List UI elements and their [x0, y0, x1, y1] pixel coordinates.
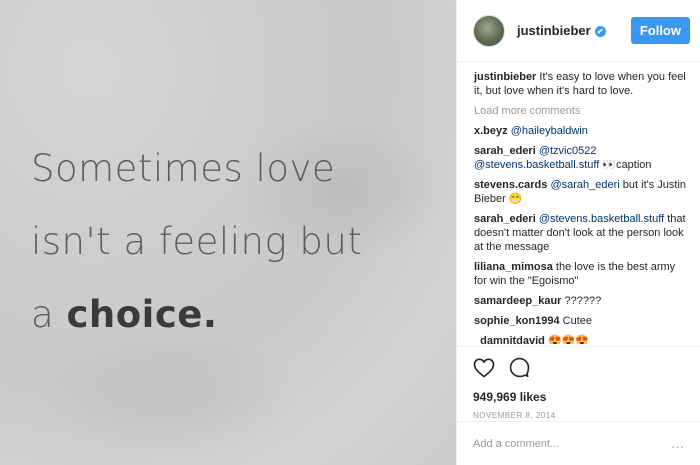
comment-items: x.beyz @haileybaldwin sarah_ederi @tzvic0… — [474, 124, 688, 344]
action-icons — [473, 357, 685, 383]
likes-count[interactable]: 949,969 likes — [473, 390, 685, 404]
comment-item: _damnitdavid 😍😍😍 — [474, 334, 688, 344]
post-header: justinbieber ✔ Follow — [457, 0, 700, 62]
comment-item: samardeep_kaur ?????? — [474, 294, 688, 308]
comment-item: liliana_mimosa the love is the best army… — [474, 260, 688, 288]
comment-username[interactable]: sarah_ederi — [474, 145, 536, 157]
comment-bubble-icon[interactable] — [509, 357, 530, 383]
comments-list[interactable]: justinbieber It's easy to love when you … — [457, 62, 700, 344]
load-more-comments-link[interactable]: Load more comments — [474, 104, 688, 118]
follow-button[interactable]: Follow — [630, 17, 690, 44]
comment-text: 👀caption — [599, 159, 652, 171]
avatar[interactable] — [473, 14, 505, 47]
add-comment-input[interactable] — [473, 437, 653, 450]
comment-item: sarah_ederi @stevens.basketball.stuff th… — [474, 212, 688, 254]
header-username[interactable]: justinbieber ✔ — [517, 23, 606, 38]
post-quote-text: Sometimes love isn't a feeling but a cho… — [31, 132, 362, 351]
comment-item: sarah_ederi @tzvic0522 @stevens.basketba… — [474, 144, 688, 172]
header-username-text[interactable]: justinbieber — [517, 23, 591, 38]
quote-line-3: a choice. — [31, 278, 362, 351]
comment-item: sophie_kon1994 Cutee — [474, 314, 688, 328]
comment-text: Cutee — [559, 315, 593, 327]
comment-item: stevens.cards @sarah_ederi but it's Just… — [474, 178, 688, 206]
comment-mention-link[interactable]: @stevens.basketball.stuff — [536, 213, 664, 225]
quote-line-1: Sometimes love — [31, 147, 336, 190]
comment-username[interactable]: stevens.cards — [474, 179, 547, 191]
caption: justinbieber It's easy to love when you … — [474, 70, 688, 98]
comment-username[interactable]: sophie_kon1994 — [474, 315, 560, 327]
comment-mention-link[interactable]: @haileybaldwin — [508, 125, 588, 137]
post-image[interactable]: Sometimes love isn't a feeling but a cho… — [0, 0, 456, 465]
post-date: NOVEMBER 8, 2014 — [473, 411, 556, 420]
comment-username[interactable]: x.beyz — [474, 125, 508, 137]
heart-icon[interactable] — [473, 358, 495, 383]
post-side-panel: justinbieber ✔ Follow justinbieber It's e… — [456, 0, 700, 465]
add-comment-bar: ... — [457, 421, 700, 465]
comment-username[interactable]: _damnitdavid — [474, 335, 545, 344]
quote-line-3-prefix: a — [31, 293, 67, 336]
more-options-icon[interactable]: ... — [671, 436, 685, 451]
quote-line-2: isn't a feeling but — [31, 220, 363, 263]
comment-text: ?????? — [561, 295, 602, 307]
comment-username[interactable]: samardeep_kaur — [474, 295, 561, 307]
caption-username[interactable]: justinbieber — [474, 71, 536, 83]
comment-username[interactable]: sarah_ederi — [474, 213, 536, 225]
quote-line-3-bold: choice. — [66, 293, 218, 336]
comment-username[interactable]: liliana_mimosa — [474, 261, 553, 273]
verified-badge-icon: ✔ — [594, 26, 606, 37]
post-actions: 949,969 likes NOVEMBER 8, 2014 — [457, 346, 700, 420]
comment-text: 😍😍😍 — [544, 335, 590, 344]
comment-mention-link[interactable]: @sarah_ederi — [547, 179, 619, 191]
comment-item: x.beyz @haileybaldwin — [474, 124, 688, 138]
